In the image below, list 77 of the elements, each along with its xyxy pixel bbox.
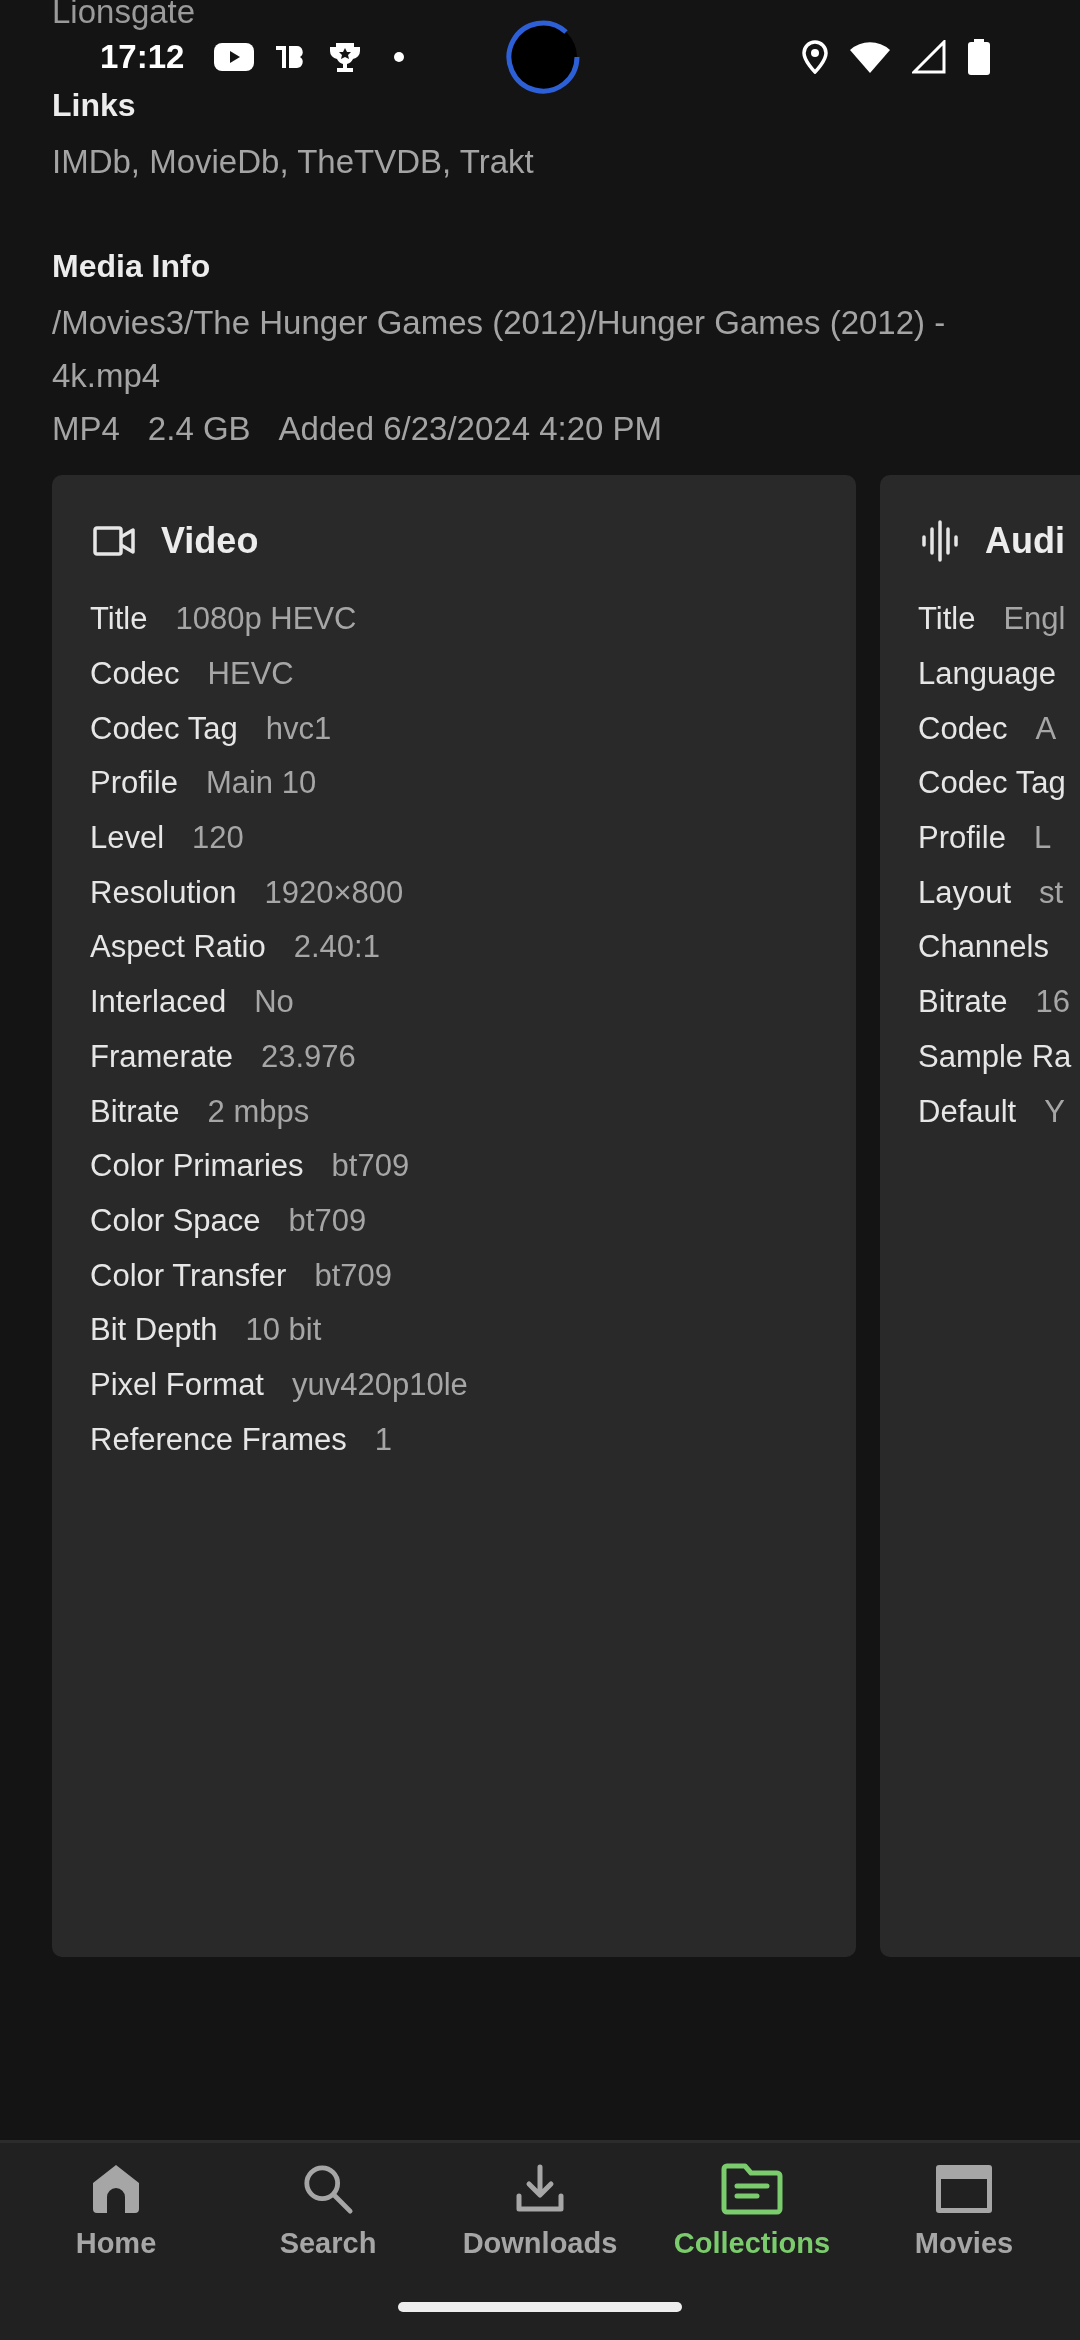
play-icon bbox=[214, 43, 255, 71]
property-label: Reference Frames bbox=[90, 1421, 347, 1458]
file-path: /Movies3/The Hunger Games (2012)/Hunger Games (2012) - 4k.mp4 bbox=[52, 303, 947, 396]
property-label: Title bbox=[918, 601, 976, 638]
property-label: Profile bbox=[918, 820, 1006, 857]
property-label: Resolution bbox=[90, 874, 237, 911]
card-title: Video bbox=[161, 520, 259, 562]
waveform-icon bbox=[921, 520, 959, 562]
nav-tab[interactable]: Search bbox=[222, 2163, 434, 2273]
property-value: A bbox=[1035, 710, 1057, 747]
property-label: Codec Tag bbox=[90, 710, 238, 747]
property-label: Default bbox=[918, 1093, 1017, 1130]
signal-icon bbox=[912, 40, 946, 74]
nav-tab[interactable]: Collections bbox=[646, 2163, 858, 2273]
property-value: Engl bbox=[1003, 601, 1066, 638]
media-meta: MP4 bbox=[52, 409, 120, 449]
property-value: Y bbox=[1044, 1093, 1065, 1130]
property-label: Color Transfer bbox=[90, 1257, 287, 1294]
property-value: bt709 bbox=[314, 1257, 392, 1294]
property-value: 2 mbps bbox=[207, 1093, 310, 1130]
property-value: 16 bbox=[1035, 984, 1071, 1021]
property-value: HEVC bbox=[207, 656, 294, 693]
property-label: Language bbox=[918, 656, 1056, 693]
nav-tab[interactable]: Downloads bbox=[434, 2163, 646, 2273]
property-value: L bbox=[1033, 820, 1052, 857]
property-value: hvc1 bbox=[265, 710, 332, 747]
property-value: 1 bbox=[374, 1421, 392, 1458]
status-time: 17:12 bbox=[100, 38, 185, 76]
media-meta: Added 6/23/2024 4:20 PM bbox=[278, 409, 663, 449]
property-value: 10 bit bbox=[245, 1312, 322, 1349]
property-label: Profile bbox=[90, 765, 178, 802]
property-label: Color Space bbox=[90, 1202, 261, 1239]
camera-cutout-icon bbox=[506, 20, 581, 94]
property-value: 120 bbox=[192, 820, 244, 857]
battery-icon bbox=[968, 39, 990, 75]
property-value: yuv420p10le bbox=[292, 1366, 468, 1403]
property-label: Bit Depth bbox=[90, 1312, 218, 1349]
property-label: Codec bbox=[90, 656, 180, 693]
search-icon bbox=[301, 2163, 355, 2215]
property-value: bt709 bbox=[288, 1202, 367, 1239]
trophy-icon bbox=[328, 41, 363, 73]
location-icon bbox=[802, 40, 828, 74]
property-label: Sample Ra bbox=[918, 1038, 1072, 1075]
property-label: Channels bbox=[918, 929, 1049, 966]
property-value: 23.976 bbox=[261, 1038, 356, 1075]
home-icon bbox=[91, 2163, 141, 2215]
wifi-icon bbox=[850, 41, 890, 73]
property-label: Codec Tag bbox=[918, 765, 1066, 802]
property-value: Main 10 bbox=[205, 765, 317, 802]
video-camera-icon bbox=[93, 526, 135, 556]
property-label: Title bbox=[90, 601, 148, 638]
media-meta: 2.4 GB bbox=[147, 409, 251, 449]
property-value: No bbox=[254, 984, 294, 1021]
property-label: Interlaced bbox=[90, 984, 227, 1021]
property-label: Bitrate bbox=[918, 984, 1008, 1021]
property-value: 1920×800 bbox=[264, 874, 404, 911]
property-label: Level bbox=[90, 820, 165, 857]
nav-tab[interactable]: Movies bbox=[858, 2163, 1070, 2273]
card-title: Audi bbox=[985, 520, 1065, 562]
property-label: Codec bbox=[918, 710, 1008, 747]
dot-icon bbox=[394, 52, 405, 62]
section-heading: Links bbox=[52, 86, 137, 125]
nav-tab[interactable]: Home bbox=[10, 2163, 222, 2273]
folder-icon bbox=[721, 2163, 783, 2215]
property-label: Bitrate bbox=[90, 1093, 180, 1130]
download-icon bbox=[515, 2163, 565, 2215]
property-label: Layout bbox=[918, 874, 1012, 911]
property-value: 2.40:1 bbox=[293, 929, 380, 966]
property-label: Framerate bbox=[90, 1038, 233, 1075]
links-text: IMDb, MovieDb, TheTVDB, Trakt bbox=[52, 142, 535, 182]
property-label: Color Primaries bbox=[90, 1148, 304, 1185]
property-label: Pixel Format bbox=[90, 1366, 264, 1403]
section-heading: Media Info bbox=[52, 247, 212, 286]
property-value: st bbox=[1039, 874, 1064, 911]
property-value: bt709 bbox=[331, 1148, 410, 1185]
property-label: Aspect Ratio bbox=[90, 929, 266, 966]
property-value: 1080p HEVC bbox=[175, 601, 357, 638]
